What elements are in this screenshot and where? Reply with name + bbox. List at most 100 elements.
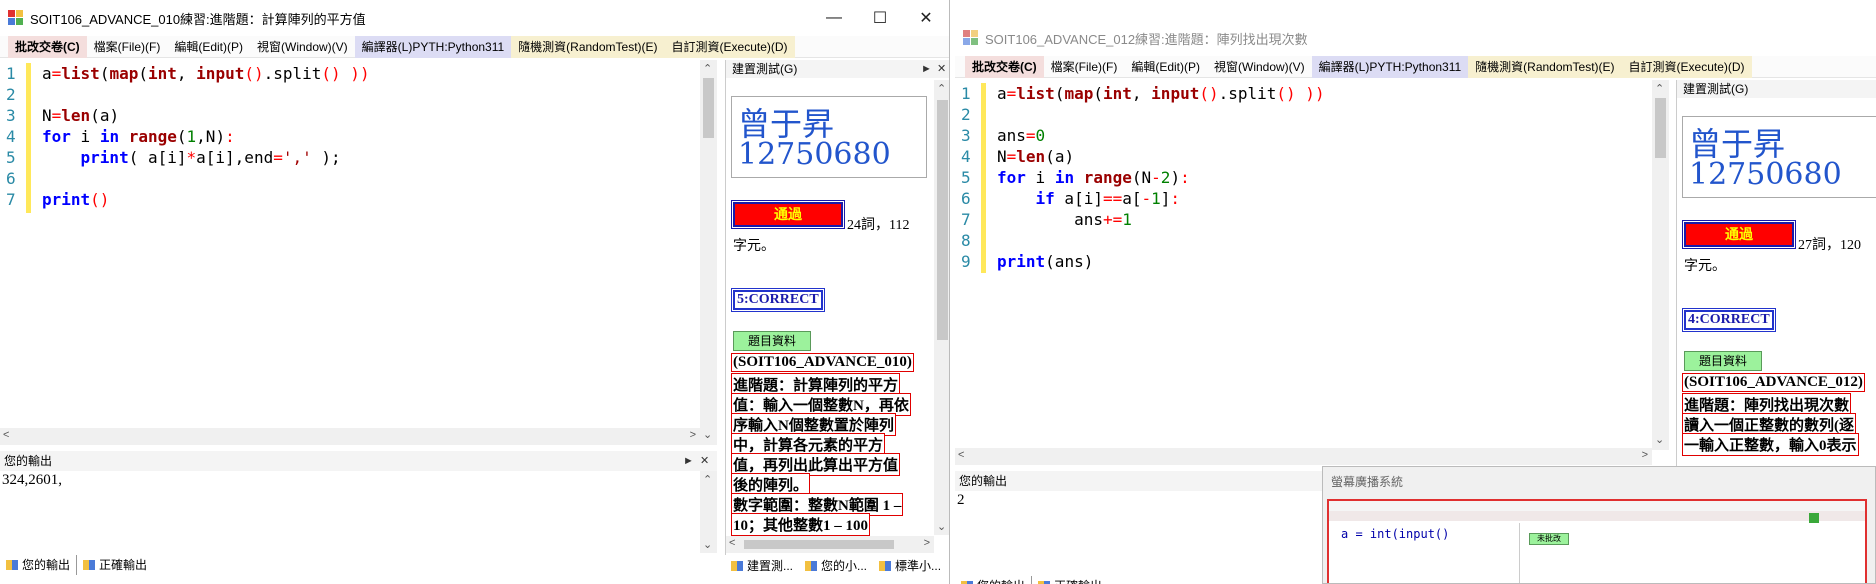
tab-correct-output[interactable]: 正確輸出	[1031, 576, 1108, 584]
code-line-3: N=len(a)	[42, 106, 120, 125]
menubar: 批改交卷(C) 檔案(File)(F) 編輯(Edit)(P) 視窗(Windo…	[955, 55, 1876, 78]
side-hscrollbar[interactable]: < >	[726, 536, 934, 553]
menu-submit[interactable]: 批改交卷(C)	[8, 35, 87, 58]
tab-label: 正確輸出	[99, 558, 148, 572]
stat-text: 27詞，120	[1798, 238, 1861, 253]
tab-build-test[interactable]: 建置測...	[725, 556, 799, 576]
tab-label: 正確輸出	[1054, 576, 1102, 584]
menu-file[interactable]: 檔案(File)(F)	[1044, 56, 1125, 78]
stat-text-2: 字元。	[733, 239, 775, 254]
stat-text-2: 字元。	[1684, 259, 1726, 274]
tab-your-output[interactable]: 您的輸出	[955, 576, 1031, 584]
pin-icon[interactable]: ►	[921, 63, 932, 75]
build-test-title: 建置測試(G)	[726, 60, 949, 78]
side-vscrollbar[interactable]: ⌃ ⌄	[934, 80, 949, 535]
tab-label: 您的輸出	[22, 558, 71, 572]
popup-mini-menubar	[1329, 511, 1865, 521]
line-number: 1	[6, 64, 16, 83]
maximize-button[interactable]: ☐	[857, 0, 903, 36]
code-line-5: print( a[i]*a[i],end=',' );	[80, 148, 341, 167]
tab-correct-output[interactable]: 正確輸出	[76, 555, 153, 575]
student-id: 12750680	[1689, 157, 1842, 192]
menu-file[interactable]: 檔案(File)(F)	[87, 36, 168, 58]
tab-label: 您的輸出	[977, 576, 1025, 584]
line-number: 5	[961, 168, 971, 187]
side-tabs: 建置測... 您的小... 標準小...	[725, 555, 947, 577]
tab-standard-small[interactable]: 標準小...	[873, 556, 947, 576]
close-icon[interactable]: ✕	[700, 454, 709, 467]
window-title: SOIT106_ADVANCE_010練習:進階題：計算陣列的平方值	[30, 11, 366, 27]
output-panel-title: 您的輸出	[0, 451, 717, 471]
tab-your-small[interactable]: 您的小...	[799, 556, 873, 576]
build-test-title: 建置測試(G)	[1677, 80, 1876, 98]
line-number: 7	[6, 190, 16, 209]
code-line-7: print()	[42, 190, 110, 209]
problem-desc-line: 10；其他整數1 – 100	[731, 513, 871, 536]
popup-mini-button: 未批改	[1529, 533, 1569, 545]
student-info-box: 曾于昇 12750680	[731, 96, 927, 178]
menu-execute[interactable]: 自訂測資(Execute)(D)	[664, 35, 795, 58]
code-line-6: if a[i]==a[-1]:	[1035, 189, 1181, 208]
menu-random-test[interactable]: 隨機測資(RandomTest)(E)	[1468, 55, 1622, 78]
pass-badge: 通過	[1682, 220, 1796, 249]
problem-info-button[interactable]: 題目資料	[1684, 351, 1762, 371]
menu-submit[interactable]: 批改交卷(C)	[965, 55, 1044, 78]
build-test-panel: 建置測試(G) ► ✕ 曾于昇 12750680 通過 24詞，112 字元。 …	[725, 60, 949, 555]
popup-mini-code: a = int(input()	[1341, 527, 1450, 541]
editor-hscrollbar[interactable]: < >	[0, 428, 700, 445]
problem-info-button[interactable]: 題目資料	[733, 331, 811, 351]
menu-window[interactable]: 視窗(Window)(V)	[1207, 56, 1312, 78]
code-editor[interactable]: 1 2 3 4 5 6 7 8 9 a=list(map(int, input(…	[955, 80, 1652, 450]
menu-compiler[interactable]: 編譯器(L)PYTH:Python311	[1311, 55, 1469, 78]
close-button[interactable]: ✕	[903, 0, 949, 36]
student-info-box: 曾于昇 12750680	[1682, 116, 1876, 198]
menu-window[interactable]: 視窗(Window)(V)	[250, 36, 355, 58]
line-number: 3	[961, 126, 971, 145]
code-line-5: for i in range(N-2):	[997, 168, 1190, 187]
editor-vscrollbar[interactable]: ⌃ ⌄	[1652, 80, 1669, 450]
line-number: 4	[961, 147, 971, 166]
line-number: 6	[961, 189, 971, 208]
output-tabs: 您的輸出 正確輸出	[955, 576, 1108, 584]
line-number: 7	[961, 210, 971, 229]
line-number: 3	[6, 106, 16, 125]
code-line-4: N=len(a)	[997, 147, 1075, 166]
line-number: 2	[961, 105, 971, 124]
code-line-3: ans=0	[997, 126, 1046, 145]
tab-your-output[interactable]: 您的輸出	[0, 555, 76, 575]
code-editor[interactable]: 1 2 3 4 5 6 7 a=list(map(int, input().sp…	[0, 60, 700, 445]
code-line-1: a=list(map(int, input().split() ))	[42, 64, 370, 83]
line-number: 6	[6, 169, 16, 188]
code-line-7: ans+=1	[997, 210, 1132, 229]
output-value: 324,2601,	[2, 472, 62, 488]
output-vscrollbar[interactable]: ⌃ ⌄	[700, 471, 717, 553]
popup-preview: a = int(input() 未批改	[1327, 499, 1867, 583]
left-titlebar: SOIT106_ADVANCE_010練習:進階題：計算陣列的平方值 — ☐ ✕	[0, 0, 949, 36]
right-titlebar: SOIT106_ADVANCE_012練習:進階題：陣列找出現次數 — ☐	[955, 20, 1876, 56]
tab-label: 建置測...	[747, 559, 794, 573]
line-number: 2	[6, 85, 16, 104]
app-icon	[8, 10, 24, 26]
code-line-1: a=list(map(int, input().split() ))	[997, 84, 1325, 103]
popup-mini-titlebar	[1329, 501, 1865, 511]
menu-random-test[interactable]: 隨機測資(RandomTest)(E)	[511, 35, 665, 58]
menu-execute[interactable]: 自訂測資(Execute)(D)	[1621, 55, 1752, 78]
student-id: 12750680	[738, 137, 891, 172]
line-number: 5	[6, 148, 16, 167]
menu-edit[interactable]: 編輯(Edit)(P)	[167, 36, 250, 58]
problem-desc-line: 一輸入正整數，輸入0表示	[1682, 433, 1859, 456]
code-line-9: print(ans)	[997, 252, 1094, 271]
problem-desc-line: (SOIT106_ADVANCE_012)	[1682, 373, 1865, 392]
editor-hscrollbar[interactable]: < >	[955, 448, 1652, 465]
line-number: 1	[961, 84, 971, 103]
pin-icon[interactable]: ►	[683, 455, 694, 467]
close-icon[interactable]: ✕	[937, 62, 946, 75]
menu-compiler[interactable]: 編譯器(L)PYTH:Python311	[354, 35, 512, 58]
menu-edit[interactable]: 編輯(Edit)(P)	[1124, 56, 1207, 78]
minimize-button[interactable]: —	[811, 0, 857, 36]
problem-desc-line: (SOIT106_ADVANCE_010)	[731, 353, 914, 372]
popup-title: 螢幕廣播系統	[1331, 475, 1404, 489]
code-line-4: for i in range(1,N):	[42, 127, 235, 146]
editor-vscrollbar[interactable]: ⌃ ⌄	[700, 60, 717, 445]
tab-label: 您的小...	[821, 559, 868, 573]
